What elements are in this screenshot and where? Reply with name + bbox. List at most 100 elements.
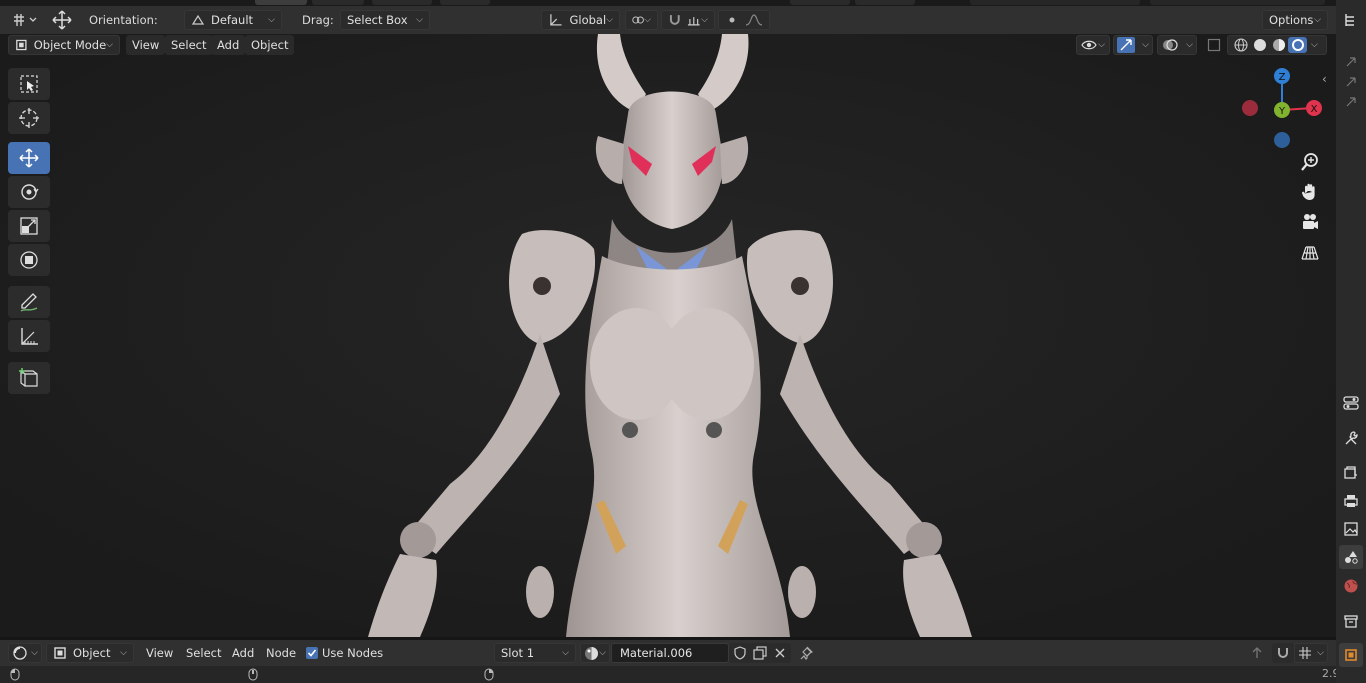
proportional-dot-icon: [729, 17, 735, 23]
scene-shapes-icon: [1345, 551, 1358, 564]
workspace-tab[interactable]: [790, 0, 850, 5]
tab-render[interactable]: [1339, 460, 1363, 484]
overlays-dropdown[interactable]: ⌵: [1157, 35, 1197, 55]
snap-toggle[interactable]: [1272, 643, 1294, 663]
gizmo-icon: [1120, 39, 1132, 51]
rotate-icon: [21, 184, 39, 200]
visibility-dropdown[interactable]: ⌵: [1076, 35, 1110, 55]
chevron-down-icon: ⌵: [31, 648, 38, 658]
tool-annotate[interactable]: [8, 286, 50, 318]
snap-element-dropdown[interactable]: ⌵: [1294, 643, 1328, 663]
chevron-down-icon: ⌵: [1311, 40, 1318, 50]
tab-object[interactable]: [1339, 643, 1363, 667]
tab-collection[interactable]: [1339, 609, 1363, 633]
navigation-gizmo[interactable]: Z Y X: [1236, 64, 1326, 154]
shader-menu-view[interactable]: View: [140, 643, 179, 663]
editor-type-button[interactable]: [10, 10, 40, 30]
menu-select[interactable]: Select: [165, 35, 213, 55]
properties-editor-type[interactable]: [1339, 391, 1363, 415]
menu-add[interactable]: Add: [211, 35, 246, 55]
tool-transform[interactable]: [8, 244, 50, 276]
use-nodes-toggle[interactable]: Use Nodes: [304, 643, 385, 663]
menu-object[interactable]: Object: [245, 35, 295, 55]
tab-output[interactable]: [1339, 489, 1363, 513]
outliner-editor-type[interactable]: [1339, 8, 1363, 32]
shader-menu-add[interactable]: Add: [226, 643, 260, 663]
orthographic-toggle[interactable]: [1296, 238, 1324, 266]
tab-view-layer[interactable]: [1339, 517, 1363, 541]
tab-world[interactable]: [1339, 574, 1363, 598]
zoom-button[interactable]: [1296, 148, 1324, 176]
slot-dropdown[interactable]: Slot 1 ⌵: [494, 643, 576, 663]
snap-increment-icon: [687, 17, 700, 26]
tool-add-cube[interactable]: [8, 362, 50, 394]
sidebar-toggle-icon[interactable]: ‹: [1322, 72, 1327, 86]
tab-tool[interactable]: [1339, 426, 1363, 450]
scale-icon: [20, 217, 38, 235]
gizmo-neg-x[interactable]: [1242, 100, 1258, 116]
shader-menu-select[interactable]: Select: [180, 643, 227, 663]
transform-orientation-dropdown[interactable]: Global ⌵: [541, 10, 620, 30]
options-dropdown[interactable]: Options ⌵: [1262, 10, 1328, 30]
menu-view[interactable]: View: [126, 35, 166, 55]
grid-perspective-icon: [1301, 246, 1319, 260]
character-render: [0, 34, 1336, 637]
gizmo-dropdown[interactable]: ⌵: [1113, 35, 1153, 55]
drag-dropdown[interactable]: Select Box ⌵: [340, 10, 430, 30]
orientation-value: Default: [211, 13, 254, 27]
checkmark-icon: [307, 649, 317, 657]
snap-dropdown[interactable]: ⌵: [661, 10, 715, 30]
workspace-tab[interactable]: [312, 0, 364, 5]
pointer-arrow-icon: [1346, 97, 1356, 107]
workspace-tab[interactable]: [255, 0, 307, 5]
tool-measure[interactable]: [8, 320, 50, 352]
tool-move[interactable]: [8, 142, 50, 174]
tool-cursor[interactable]: [8, 102, 50, 134]
chevron-down-icon: ⌵: [606, 15, 613, 25]
rendered-shading-button[interactable]: [1288, 37, 1307, 53]
duplicate-material-button[interactable]: [749, 643, 771, 663]
gizmo-toggle[interactable]: [1117, 37, 1135, 53]
editor-type-button[interactable]: ⌵: [8, 643, 42, 663]
3d-viewport[interactable]: Object Mode ⌵ View Select Add Object ⌵ ⌵…: [0, 34, 1336, 637]
object-mode-icon: [16, 39, 27, 51]
workspace-tab[interactable]: [372, 0, 432, 5]
proportional-editing[interactable]: [718, 10, 770, 30]
tool-select-box[interactable]: [8, 68, 50, 100]
solid-shading-button[interactable]: [1250, 37, 1269, 53]
pivot-point-dropdown[interactable]: ⌵: [625, 10, 658, 30]
xray-toggle[interactable]: [1203, 35, 1225, 55]
scene-field[interactable]: [970, 0, 1140, 5]
printer-icon: [1344, 495, 1358, 507]
view-layer-field[interactable]: [1150, 0, 1325, 5]
chevron-down-icon: ⌵: [644, 15, 651, 25]
tool-scale[interactable]: [8, 210, 50, 242]
orientation-dropdown[interactable]: Default ⌵: [184, 10, 282, 30]
workspace-tab[interactable]: [440, 0, 490, 5]
chevron-down-icon: ⌵: [120, 648, 127, 658]
wireframe-shading-button[interactable]: [1231, 37, 1250, 53]
material-name-field[interactable]: Material.006: [611, 643, 729, 663]
gizmo-neg-z[interactable]: [1274, 132, 1290, 148]
outliner-restrict-3[interactable]: [1339, 90, 1363, 114]
shader-menu-node[interactable]: Node: [260, 643, 302, 663]
properties-icon: [1343, 396, 1359, 410]
unlink-material-button[interactable]: [769, 643, 791, 663]
workspace-tab[interactable]: [855, 0, 915, 5]
move-icon: [19, 148, 39, 168]
mouse-left-icon: [10, 668, 20, 681]
pointer-arrow-icon: [1346, 77, 1356, 87]
drag-label: Drag:: [302, 13, 334, 27]
shader-type-dropdown[interactable]: Object ⌵: [46, 643, 134, 663]
pan-button[interactable]: [1296, 178, 1324, 206]
material-browse-button[interactable]: ⌵: [580, 643, 610, 663]
material-preview-button[interactable]: [1269, 37, 1288, 53]
pin-button[interactable]: [795, 643, 817, 663]
parent-node-tree-button[interactable]: [1246, 643, 1268, 663]
tool-rotate[interactable]: [8, 176, 50, 208]
tab-scene[interactable]: [1339, 545, 1363, 569]
use-nodes-checkbox[interactable]: [306, 647, 318, 659]
mode-dropdown[interactable]: Object Mode ⌵: [8, 35, 120, 55]
fake-user-button[interactable]: [729, 643, 751, 663]
camera-view-button[interactable]: [1296, 208, 1324, 236]
